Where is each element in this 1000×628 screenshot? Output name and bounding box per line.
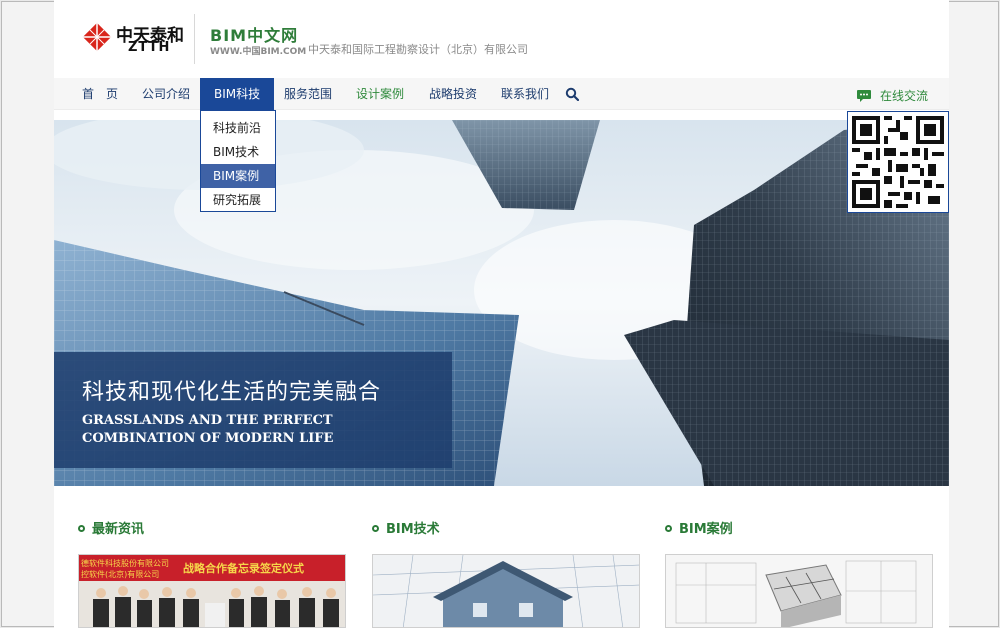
dropdown-item-research[interactable]: 研究拓展 bbox=[201, 188, 275, 212]
banner-caption: 科技和现代化生活的完美融合 GRASSLANDS AND THE PERFECT… bbox=[54, 352, 452, 468]
search-icon[interactable] bbox=[565, 87, 579, 101]
thumb-caption: 战略合作备忘录签定仪式 bbox=[183, 561, 304, 575]
blueprint-model-photo bbox=[666, 555, 932, 627]
nav-item-about[interactable]: 公司介绍 bbox=[142, 78, 190, 110]
qr-code-icon bbox=[852, 116, 944, 208]
section-bim-tech-title[interactable]: BIM技术 bbox=[372, 522, 440, 538]
section-bim-cases-title[interactable]: BIM案例 bbox=[665, 522, 733, 538]
chat-label: 在线交流 bbox=[880, 89, 929, 103]
bullet-icon bbox=[665, 525, 672, 532]
chat-bubble-icon bbox=[857, 90, 871, 102]
site-url: WWW.中国BIM.COM bbox=[210, 47, 307, 57]
nav-item-bim-tech[interactable]: BIM科技 bbox=[200, 78, 275, 110]
qr-code bbox=[847, 111, 949, 213]
section-news-label: 最新资讯 bbox=[92, 522, 145, 537]
house-model-photo bbox=[373, 555, 639, 627]
bim-cases-thumbnail[interactable] bbox=[665, 554, 933, 628]
logo-en-text: ZTTH bbox=[128, 40, 171, 55]
section-news-title[interactable]: 最新资讯 bbox=[78, 522, 144, 538]
bullet-icon bbox=[78, 525, 85, 532]
section-bim-cases-label: BIM案例 bbox=[679, 522, 733, 537]
ztth-logo[interactable]: 中天泰和 ZTTH bbox=[82, 20, 184, 58]
section-bim-tech-label: BIM技术 bbox=[386, 522, 440, 537]
nav-item-investment[interactable]: 战略投资 bbox=[429, 78, 477, 110]
bullet-icon bbox=[372, 525, 379, 532]
dropdown-item-tech-frontier[interactable]: 科技前沿 bbox=[201, 116, 275, 140]
banner-title-cn: 科技和现代化生活的完美融合 bbox=[82, 380, 382, 405]
nav-item-home[interactable]: 首 页 bbox=[82, 78, 118, 110]
dropdown-item-bim-cases[interactable]: BIM案例 bbox=[201, 164, 275, 188]
main-nav: 首 页 公司介绍 BIM科技 服务范围 设计案例 战略投资 联系我们 bbox=[54, 78, 949, 110]
site-name[interactable]: BIM中文网 bbox=[210, 22, 298, 46]
header-divider bbox=[194, 14, 195, 64]
nav-item-services[interactable]: 服务范围 bbox=[284, 78, 332, 110]
logo-diamond-icon bbox=[82, 22, 112, 52]
site-header: 中天泰和 ZTTH BIM中文网 WWW.中国BIM.COM 中天泰和国际工程勘… bbox=[54, 0, 949, 78]
banner-title-en: GRASSLANDS AND THE PERFECT COMBINATION O… bbox=[82, 413, 334, 446]
thumb-banner-line2: 控软件(北京)有限公司 bbox=[81, 569, 159, 579]
signing-ceremony-photo: 德软件科技股份有限公司 控软件(北京)有限公司 战略合作备忘录签定仪式 bbox=[79, 555, 345, 627]
bim-tech-dropdown: 科技前沿 BIM技术 BIM案例 研究拓展 bbox=[200, 110, 276, 212]
news-thumbnail[interactable]: 德软件科技股份有限公司 控软件(北京)有限公司 战略合作备忘录签定仪式 bbox=[78, 554, 346, 628]
company-name: 中天泰和国际工程勘察设计（北京）有限公司 bbox=[308, 43, 528, 56]
hero-banner: 科技和现代化生活的完美融合 GRASSLANDS AND THE PERFECT… bbox=[54, 120, 949, 486]
bim-tech-thumbnail[interactable] bbox=[372, 554, 640, 628]
dropdown-item-bim-technology[interactable]: BIM技术 bbox=[201, 140, 275, 164]
nav-item-design-cases[interactable]: 设计案例 bbox=[356, 78, 404, 110]
thumb-banner-line1: 德软件科技股份有限公司 bbox=[81, 558, 169, 568]
page: 中天泰和 ZTTH BIM中文网 WWW.中国BIM.COM 中天泰和国际工程勘… bbox=[54, 0, 949, 628]
nav-item-contact[interactable]: 联系我们 bbox=[501, 78, 549, 110]
